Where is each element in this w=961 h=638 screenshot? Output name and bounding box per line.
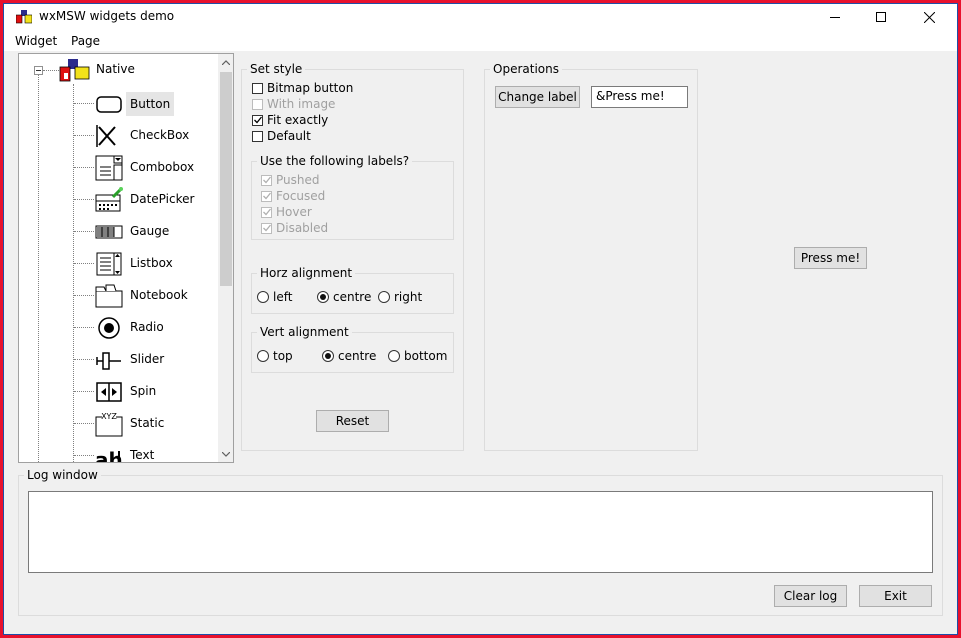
check-icon: [263, 224, 272, 231]
check-icon: [263, 176, 272, 183]
tree-root-native[interactable]: Native: [96, 62, 135, 76]
tree-item-label: Combobox: [130, 160, 195, 174]
menu-bar: Widget Page: [3, 31, 958, 51]
check-icon: [254, 116, 263, 123]
focused-checkbox[interactable]: Focused: [261, 188, 325, 204]
tree-item-notebook[interactable]: Notebook: [95, 282, 217, 310]
tree-item-label: Radio: [130, 320, 164, 334]
tree-item-radio[interactable]: Radio: [95, 314, 217, 342]
menu-widget[interactable]: Widget: [15, 34, 57, 48]
svg-text:XYZ: XYZ: [101, 412, 117, 421]
tree-item-gauge[interactable]: Gauge: [95, 218, 217, 246]
minimize-button[interactable]: [812, 3, 858, 31]
set-style-title: Set style: [247, 62, 306, 76]
tree-item-label: Slider: [130, 352, 165, 366]
close-icon: [923, 11, 935, 23]
with-image-checkbox[interactable]: With image: [252, 96, 335, 112]
tree-item-label: Static: [130, 416, 165, 430]
pushed-checkbox[interactable]: Pushed: [261, 172, 320, 188]
maximize-button[interactable]: [858, 3, 904, 31]
tree-content: Native Button CheckBox Combobox DatePicker G…: [19, 54, 217, 462]
fit-exactly-checkbox[interactable]: Fit exactly: [252, 112, 328, 128]
log-textarea[interactable]: [28, 491, 933, 573]
text-icon: ah: [95, 448, 123, 462]
tree-item-spin[interactable]: Spin: [95, 378, 217, 406]
scroll-down-icon[interactable]: [218, 446, 233, 462]
check-icon: [263, 192, 272, 199]
menu-page[interactable]: Page: [71, 34, 100, 48]
label-input[interactable]: &Press me!: [591, 86, 688, 108]
disabled-checkbox[interactable]: Disabled: [261, 220, 328, 236]
combobox-icon: [95, 155, 123, 181]
checkbox-icon: [96, 125, 116, 147]
button-icon: [96, 96, 122, 113]
clear-log-button[interactable]: Clear log: [774, 585, 847, 607]
maximize-icon: [876, 12, 886, 22]
tree-item-text[interactable]: ah Text: [95, 442, 217, 462]
tree-collapse-toggle[interactable]: [34, 66, 43, 75]
tree-item-label: Listbox: [130, 256, 173, 270]
widget-tree[interactable]: Native Button CheckBox Combobox DatePicker G…: [18, 53, 234, 463]
static-icon: XYZ: [95, 412, 123, 437]
title-bar: wxMSW widgets demo: [3, 3, 958, 31]
bitmap-button-checkbox[interactable]: Bitmap button: [252, 80, 353, 96]
native-folder-icon: [59, 59, 90, 82]
hover-checkbox[interactable]: Hover: [261, 204, 312, 220]
tree-item-datepicker[interactable]: DatePicker: [95, 186, 217, 214]
check-icon: [263, 208, 272, 215]
tree-item-static[interactable]: XYZ Static: [95, 410, 217, 438]
slider-icon: [96, 352, 121, 370]
reset-button[interactable]: Reset: [316, 410, 389, 432]
scroll-thumb[interactable]: [220, 72, 232, 286]
tree-scrollbar[interactable]: [218, 54, 233, 462]
operations-title: Operations: [490, 62, 562, 76]
tree-item-label: Text: [130, 448, 155, 462]
labels-group-title: Use the following labels?: [257, 154, 413, 168]
log-window-title: Log window: [24, 468, 101, 482]
horz-left-radio[interactable]: left: [257, 289, 292, 305]
tree-item-label: CheckBox: [130, 128, 190, 142]
listbox-icon: [96, 252, 122, 276]
horz-right-radio[interactable]: right: [378, 289, 422, 305]
app-window: wxMSW widgets demo Widget Page Native Bu…: [0, 0, 961, 638]
spin-icon: [96, 382, 122, 402]
datepicker-icon: [95, 187, 123, 212]
horz-alignment-title: Horz alignment: [257, 266, 356, 280]
scroll-up-icon[interactable]: [218, 54, 233, 70]
default-checkbox[interactable]: Default: [252, 128, 311, 144]
gauge-icon: [95, 225, 123, 239]
radio-icon: [98, 317, 120, 339]
tree-item-label: Button: [126, 92, 175, 116]
tree-item-listbox[interactable]: Listbox: [95, 250, 217, 278]
minimize-icon: [830, 17, 840, 18]
window-title: wxMSW widgets demo: [39, 9, 175, 23]
change-label-button[interactable]: Change label: [495, 86, 580, 108]
vert-centre-radio[interactable]: centre: [322, 348, 376, 364]
exit-button[interactable]: Exit: [859, 585, 932, 607]
app-icon: [16, 10, 32, 24]
tree-item-label: Notebook: [130, 288, 188, 302]
tree-item-label: DatePicker: [130, 192, 195, 206]
press-me-button[interactable]: Press me!: [794, 247, 867, 269]
vert-top-radio[interactable]: top: [257, 348, 293, 364]
vert-bottom-radio[interactable]: bottom: [388, 348, 447, 364]
notebook-icon: [95, 284, 123, 308]
close-button[interactable]: [906, 3, 952, 31]
operations-group: [484, 69, 698, 451]
horz-centre-radio[interactable]: centre: [317, 289, 371, 305]
tree-item-label: Spin: [130, 384, 157, 398]
tree-item-slider[interactable]: Slider: [95, 346, 217, 374]
tree-item-combobox[interactable]: Combobox: [95, 154, 217, 182]
tree-item-button[interactable]: Button: [95, 90, 217, 118]
vert-alignment-title: Vert alignment: [257, 325, 352, 339]
tree-item-checkbox[interactable]: CheckBox: [95, 122, 217, 150]
tree-item-label: Gauge: [130, 224, 170, 238]
